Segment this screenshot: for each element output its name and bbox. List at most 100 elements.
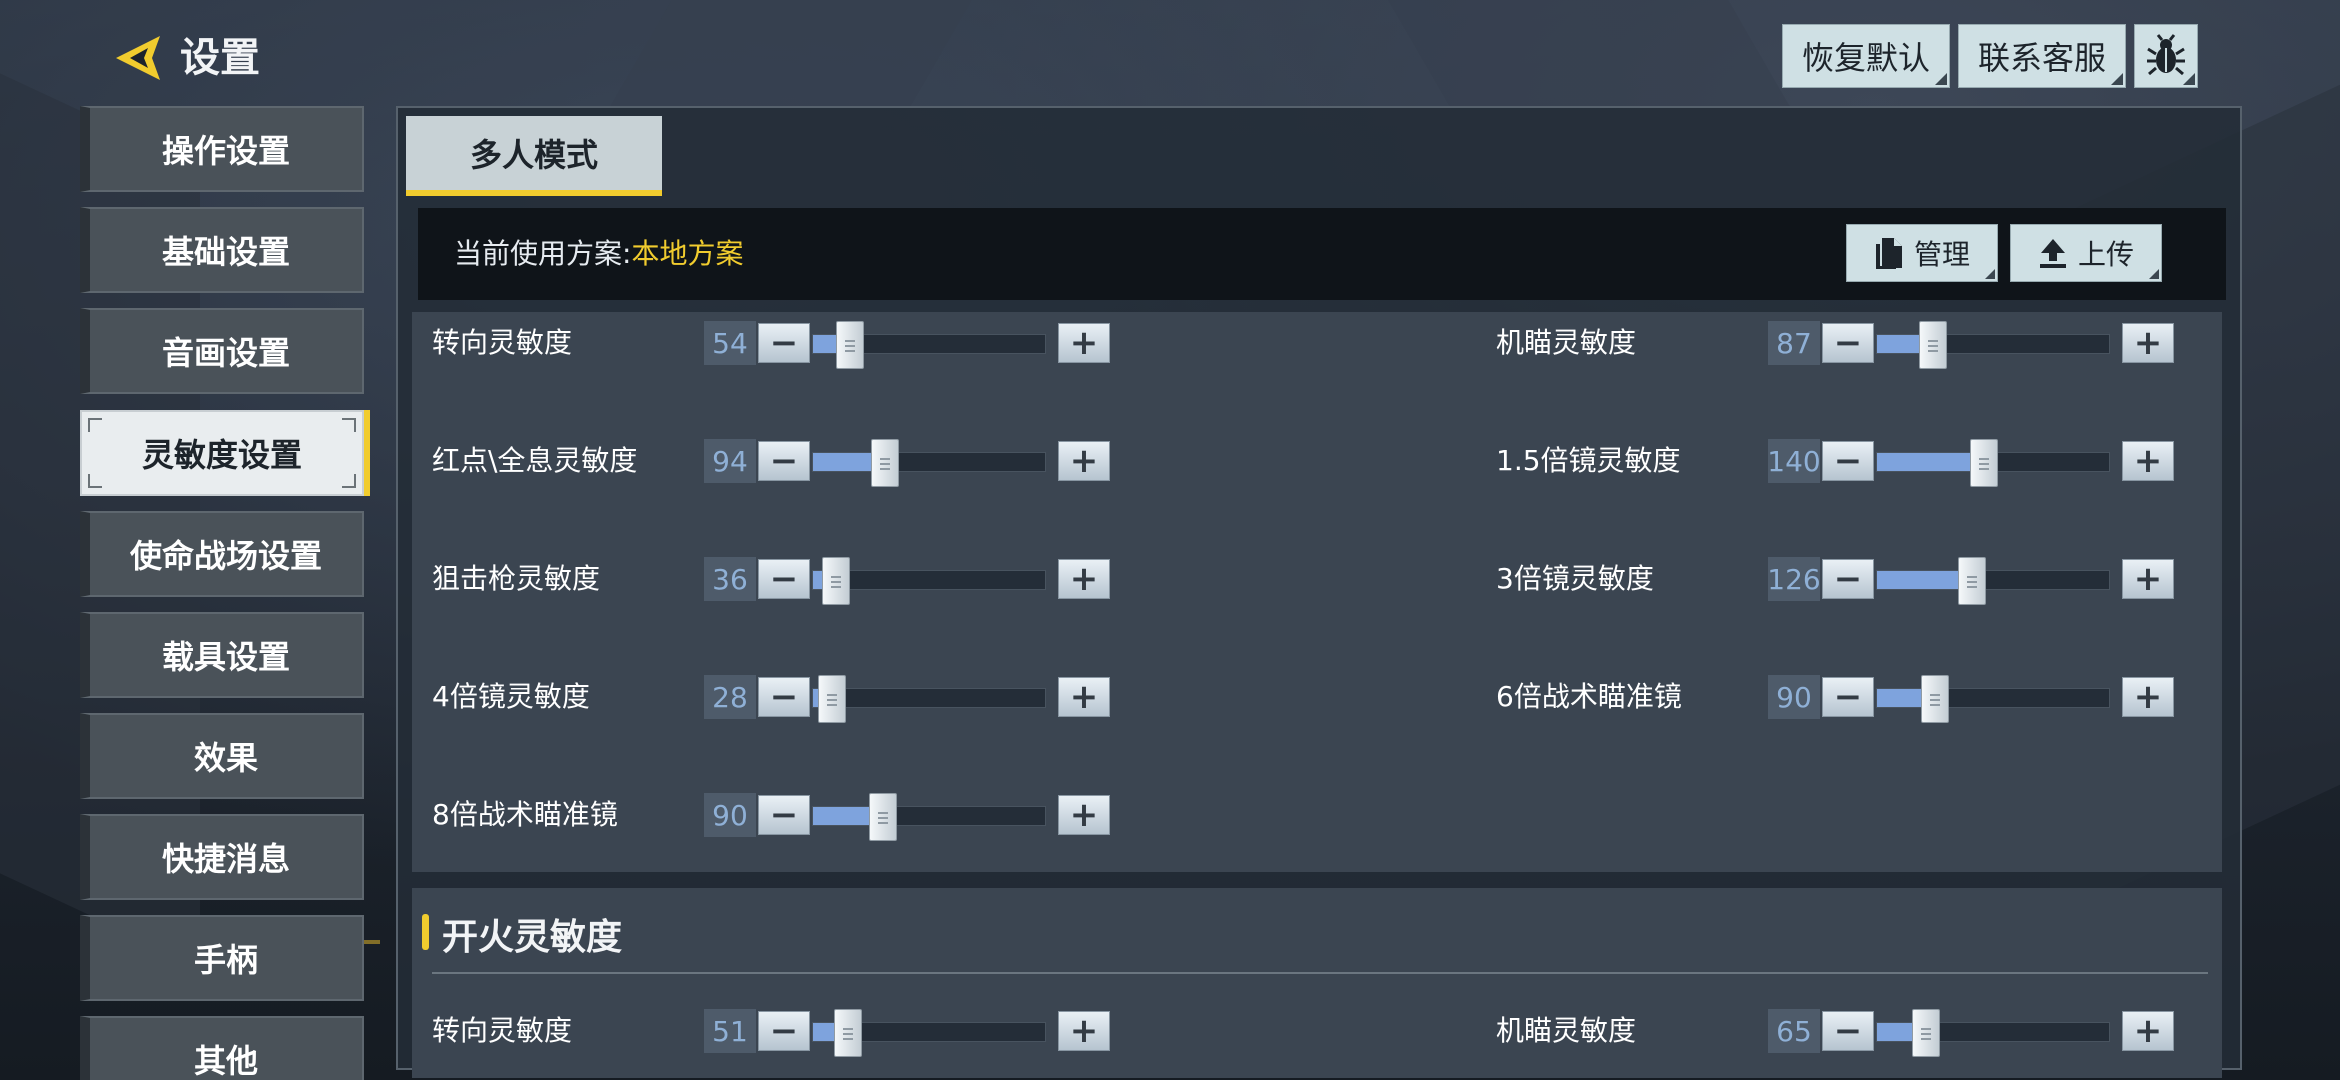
slider-thumb[interactable] xyxy=(1969,439,1998,487)
decrease-button[interactable]: − xyxy=(1822,1011,1874,1051)
slider-label: 8倍战术瞄准镜 xyxy=(432,798,618,831)
increase-button[interactable]: + xyxy=(2122,323,2174,363)
slider-label: 3倍镜灵敏度 xyxy=(1496,562,1654,595)
increase-button[interactable]: + xyxy=(1058,441,1110,481)
decrease-button[interactable]: − xyxy=(1822,323,1874,363)
slider-thumb[interactable] xyxy=(1911,1009,1940,1057)
bug-report-button[interactable] xyxy=(2134,24,2198,88)
slider-row: 4倍镜灵敏度 28− + xyxy=(432,672,1152,723)
sidebar-item-operation[interactable]: 操作设置 xyxy=(80,106,364,192)
slider-thumb[interactable] xyxy=(868,793,897,841)
slider-value[interactable]: 28 xyxy=(704,675,756,719)
slider-thumb[interactable] xyxy=(836,321,865,369)
slider-value[interactable]: 51 xyxy=(704,1009,756,1053)
slider-track[interactable] xyxy=(812,675,1046,723)
increase-button[interactable]: + xyxy=(2122,441,2174,481)
slider-thumb[interactable] xyxy=(1918,321,1947,369)
slider-thumb[interactable] xyxy=(817,675,846,723)
slider-row: 狙击枪灵敏度 36− + xyxy=(432,554,1152,605)
section-title: 开火灵敏度 xyxy=(442,917,623,958)
decrease-button[interactable]: − xyxy=(1822,677,1874,717)
back-arrow-icon[interactable] xyxy=(108,28,168,88)
increase-button[interactable]: + xyxy=(1058,677,1110,717)
slider-value[interactable]: 90 xyxy=(704,793,756,837)
tab-multiplayer[interactable]: 多人模式 xyxy=(406,116,662,196)
decrease-button[interactable]: − xyxy=(758,323,810,363)
sensitivity-section: 转向灵敏度 54− + 机瞄灵敏度 87− + 红点\全息灵敏度 94− +1.5倍镜灵敏度 14… xyxy=(412,312,2222,872)
sidebar-item-vehicle[interactable]: 载具设置 xyxy=(80,612,364,698)
sidebar-item-sensitivity[interactable]: 灵敏度设置 xyxy=(80,410,370,496)
slider-track[interactable] xyxy=(812,439,1046,487)
slider-thumb[interactable] xyxy=(1958,557,1987,605)
slider-value[interactable]: 94 xyxy=(704,439,756,483)
decrease-button[interactable]: − xyxy=(758,795,810,835)
increase-button[interactable]: + xyxy=(2122,1011,2174,1051)
sidebar-item-effects[interactable]: 效果 xyxy=(80,713,364,799)
decrease-button[interactable]: − xyxy=(1822,441,1874,481)
slider-track[interactable] xyxy=(1876,557,2110,605)
increase-button[interactable]: + xyxy=(2122,677,2174,717)
manage-button[interactable]: 管理 xyxy=(1846,224,1998,282)
sidebar-item-basic[interactable]: 基础设置 xyxy=(80,207,364,293)
restore-default-button[interactable]: 恢复默认 xyxy=(1782,24,1950,88)
increase-button[interactable]: + xyxy=(1058,323,1110,363)
slider-label: 6倍战术瞄准镜 xyxy=(1496,680,1682,713)
slider-label: 狙击枪灵敏度 xyxy=(432,562,601,595)
fire-sensitivity-section: 开火灵敏度 转向灵敏度 51− + 机瞄灵敏度 65− + xyxy=(412,888,2222,1078)
corner-mark xyxy=(88,418,102,432)
settings-panel: 多人模式 当前使用方案:本地方案 管理 上传 转向灵敏度 54− + 机瞄灵敏度 87−… xyxy=(396,106,2242,1078)
corner-mark xyxy=(342,474,356,488)
slider-track[interactable] xyxy=(1876,439,2110,487)
slider-value[interactable]: 140 xyxy=(1767,439,1821,483)
slider-value[interactable]: 54 xyxy=(704,321,756,365)
slider-label: 1.5倍镜灵敏度 xyxy=(1496,444,1681,477)
slider-thumb[interactable] xyxy=(833,1009,862,1057)
increase-button[interactable]: + xyxy=(1058,795,1110,835)
slider-track[interactable] xyxy=(1876,1009,2110,1057)
bg-shape xyxy=(608,0,972,110)
decrease-button[interactable]: − xyxy=(1822,559,1874,599)
corner-mark xyxy=(342,418,356,432)
slider-row: 红点\全息灵敏度 94− + xyxy=(432,436,1152,487)
scheme-bar: 当前使用方案:本地方案 管理 上传 xyxy=(418,208,2226,300)
slider-value[interactable]: 126 xyxy=(1767,557,1821,601)
slider-track[interactable] xyxy=(812,1009,1046,1057)
sidebar-item-other[interactable]: 其他 xyxy=(80,1016,364,1080)
document-icon xyxy=(1875,238,1902,269)
sidebar-item-audio-video[interactable]: 音画设置 xyxy=(80,308,364,394)
divider xyxy=(432,972,2208,974)
slider-track[interactable] xyxy=(812,793,1046,841)
slider-label: 4倍镜灵敏度 xyxy=(432,680,590,713)
increase-button[interactable]: + xyxy=(1058,559,1110,599)
upload-button[interactable]: 上传 xyxy=(2010,224,2162,282)
slider-track[interactable] xyxy=(812,557,1046,605)
slider-value[interactable]: 36 xyxy=(704,557,756,601)
decrease-button[interactable]: − xyxy=(758,559,810,599)
increase-button[interactable]: + xyxy=(1058,1011,1110,1051)
slider-track[interactable] xyxy=(812,321,1046,369)
contact-support-button[interactable]: 联系客服 xyxy=(1958,24,2126,88)
slider-label: 机瞄灵敏度 xyxy=(1496,326,1637,359)
slider-row: 转向灵敏度 54− + xyxy=(432,318,1152,369)
sidebar-item-quick-message[interactable]: 快捷消息 xyxy=(80,814,364,900)
scheme-value: 本地方案 xyxy=(631,237,744,270)
sidebar-item-battleground[interactable]: 使命战场设置 xyxy=(80,511,364,597)
sidebar-item-controller[interactable]: 手柄 xyxy=(80,915,364,1001)
slider-thumb[interactable] xyxy=(1921,675,1949,723)
bg-shape xyxy=(1388,0,1792,110)
slider-thumb[interactable] xyxy=(870,439,899,487)
slider-value[interactable]: 90 xyxy=(1768,675,1820,719)
slider-label: 红点\全息灵敏度 xyxy=(432,444,638,477)
bug-icon xyxy=(2147,34,2185,76)
slider-thumb[interactable] xyxy=(822,557,851,605)
slider-value[interactable]: 65 xyxy=(1768,1009,1820,1053)
increase-button[interactable]: + xyxy=(2122,559,2174,599)
slider-row: 机瞄灵敏度 87− + xyxy=(1496,318,2216,369)
slider-value[interactable]: 87 xyxy=(1768,321,1820,365)
slider-track[interactable] xyxy=(1876,675,2110,723)
slider-row: 转向灵敏度 51− + xyxy=(432,1006,1152,1057)
decrease-button[interactable]: − xyxy=(758,677,810,717)
decrease-button[interactable]: − xyxy=(758,1011,810,1051)
slider-track[interactable] xyxy=(1876,321,2110,369)
decrease-button[interactable]: − xyxy=(758,441,810,481)
